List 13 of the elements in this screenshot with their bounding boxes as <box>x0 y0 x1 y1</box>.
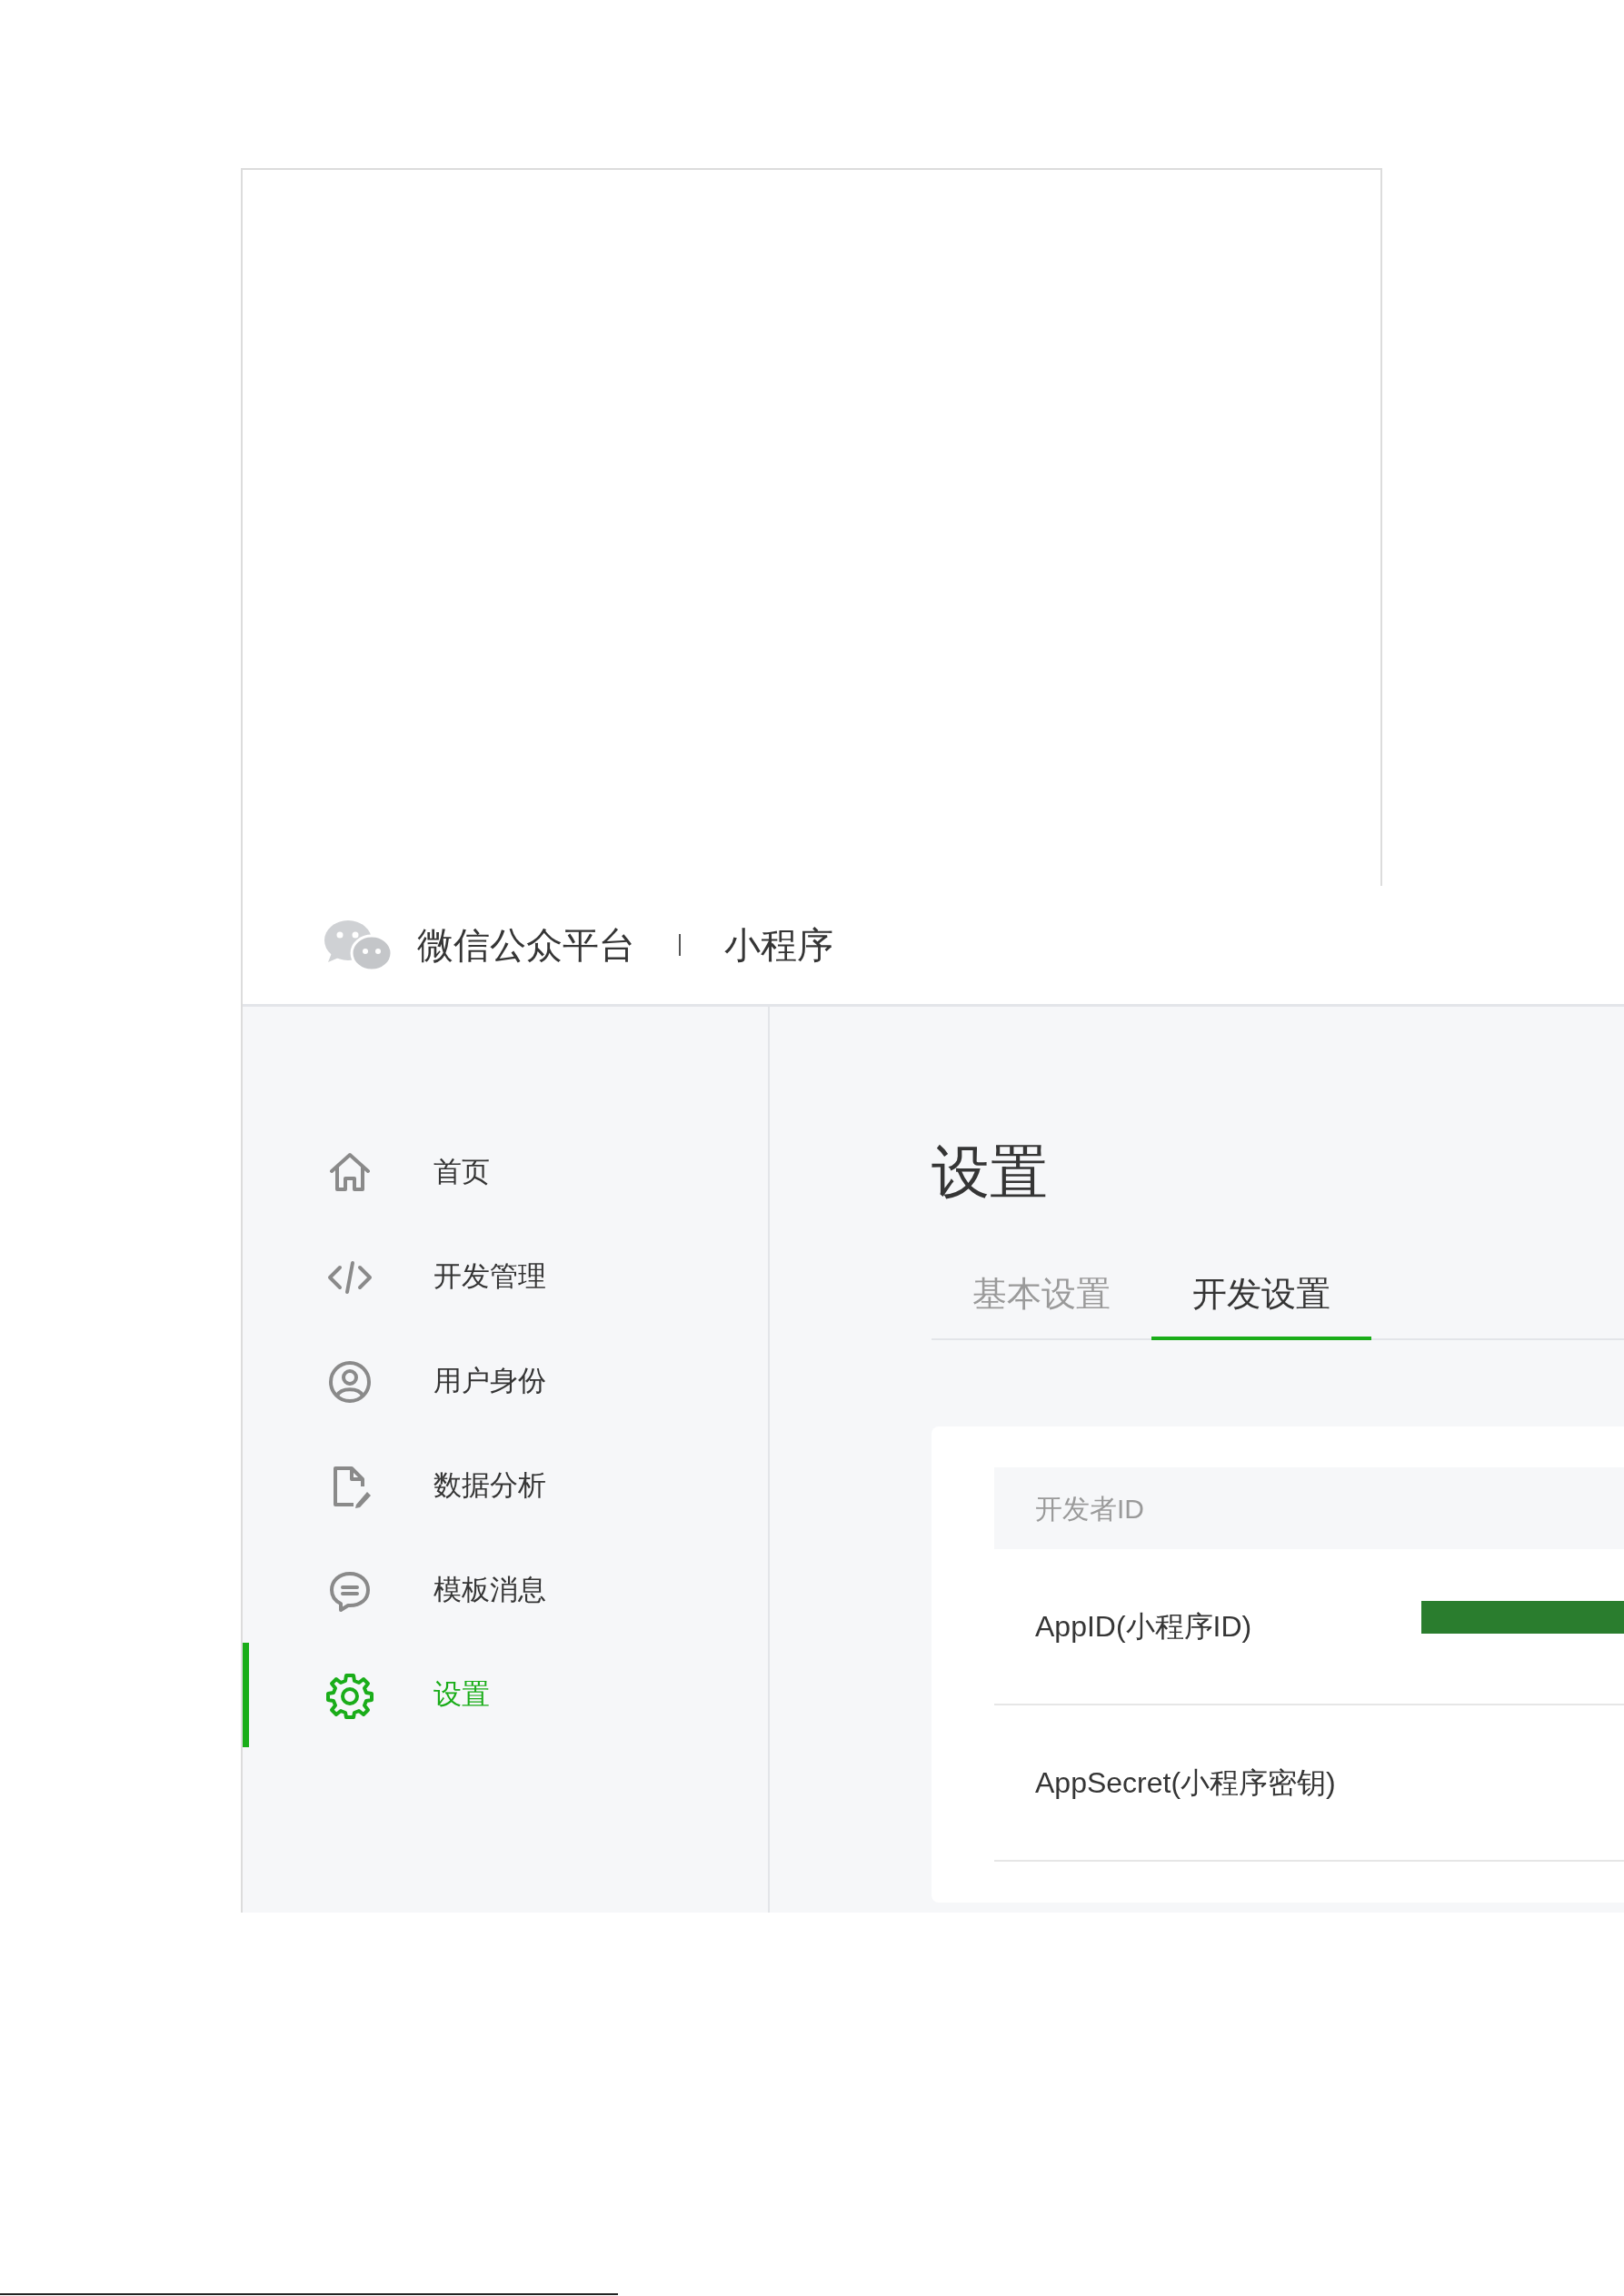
sidebar-item[interactable]: 首页 <box>243 1120 768 1225</box>
page-title: 设置 <box>932 1143 1049 1201</box>
sidebar-item[interactable]: 用户身份 <box>243 1329 768 1434</box>
tab[interactable]: 开发设置 <box>1151 1256 1371 1340</box>
sidebar-item[interactable]: 模板消息 <box>243 1538 768 1643</box>
sidebar-item[interactable]: 数据分析 <box>243 1434 768 1538</box>
section-header: 开发者ID <box>994 1467 1624 1549</box>
field-label: AppID(小程序ID) <box>1035 1609 1253 1645</box>
field-label: AppSecret(小程序密钥) <box>1035 1765 1337 1801</box>
sidebar-item[interactable]: 开发管理 <box>243 1225 768 1329</box>
platform-title: 微信公众平台 <box>417 924 635 967</box>
settings-icon <box>326 1671 374 1719</box>
product-title: 小程序 <box>724 924 833 967</box>
